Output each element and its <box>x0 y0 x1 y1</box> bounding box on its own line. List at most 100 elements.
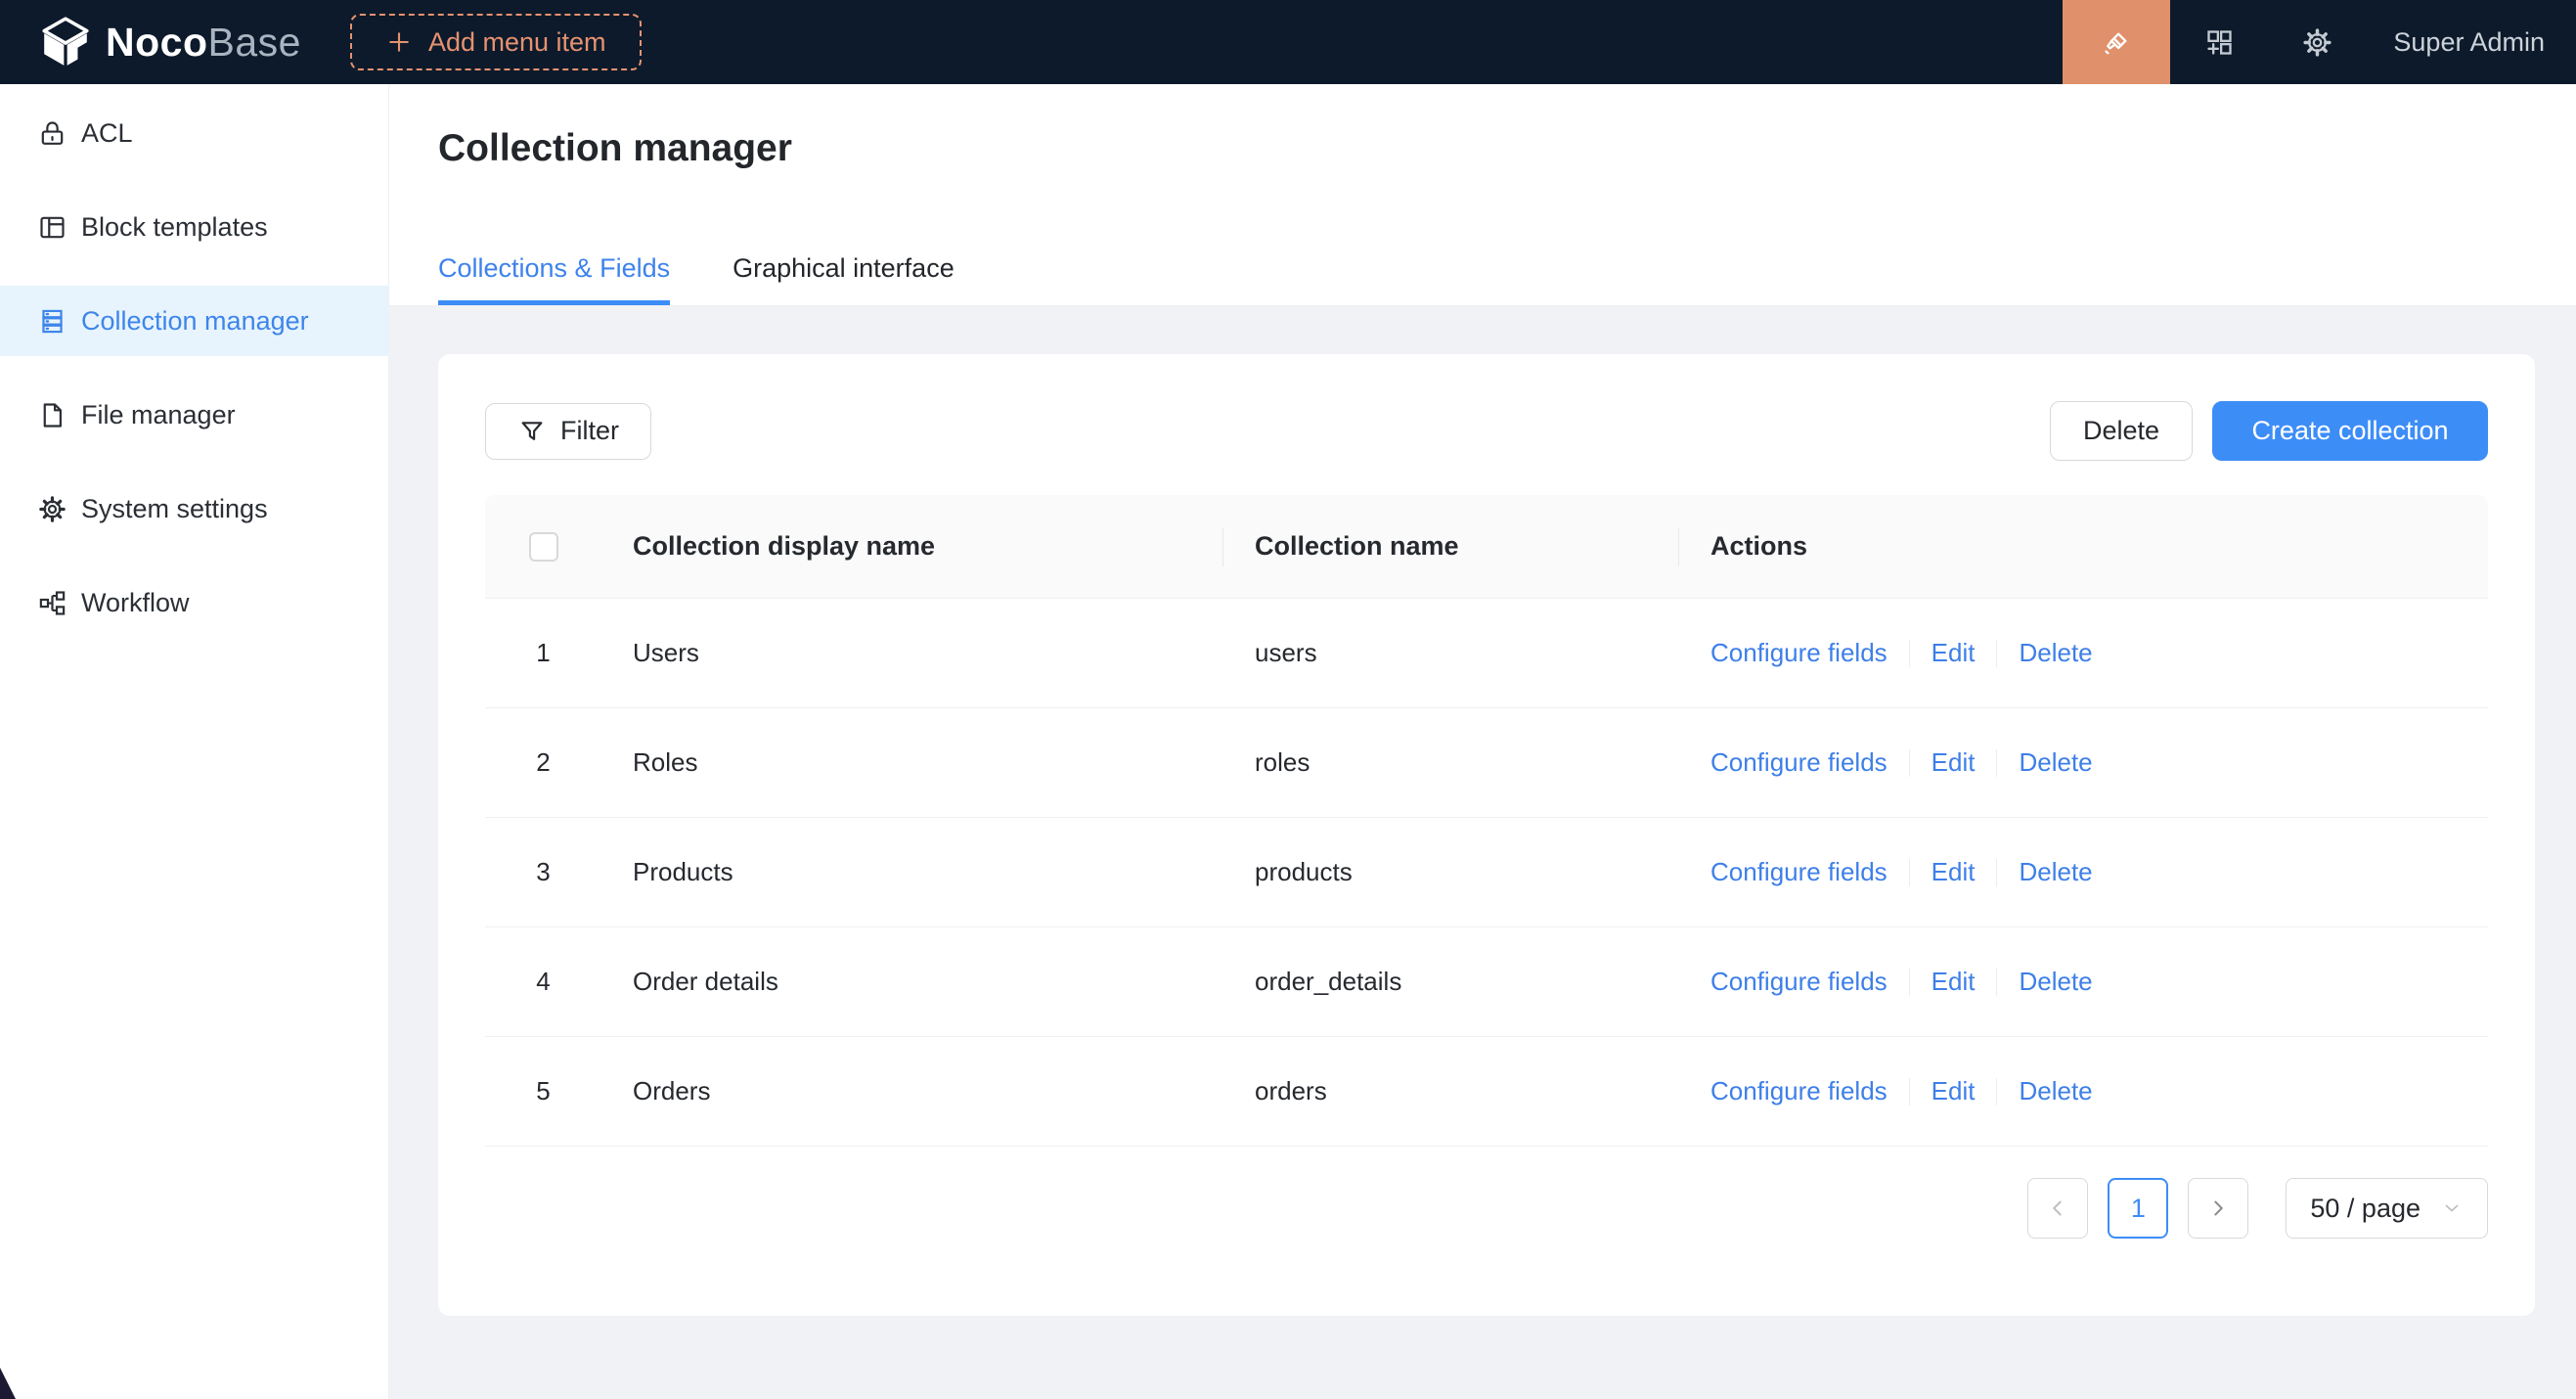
main-area: Collection manager Collections & Fields … <box>389 84 2576 1399</box>
settings-button[interactable] <box>2268 0 2366 84</box>
table-row[interactable]: 5 Orders orders Configure fields Edit De… <box>485 1037 2488 1147</box>
configure-fields-link[interactable]: Configure fields <box>1710 1076 1888 1106</box>
database-icon <box>37 306 67 337</box>
table-row[interactable]: 4 Order details order_details Configure … <box>485 927 2488 1037</box>
partition-icon <box>37 588 67 618</box>
sidebar: ACL Block templates Collection manager F… <box>0 84 389 1399</box>
brand-text: NocoBase <box>106 20 301 66</box>
user-menu[interactable]: Super Admin <box>2393 27 2545 58</box>
edit-link[interactable]: Edit <box>1932 967 1976 997</box>
delete-link[interactable]: Delete <box>2019 857 2092 887</box>
pagination: 1 50 / page <box>485 1178 2488 1239</box>
layout-icon <box>37 212 67 243</box>
nocobase-logo: NocoBase <box>39 16 301 68</box>
row-index: 3 <box>485 818 601 926</box>
page-header: Collection manager Collections & Fields … <box>389 84 2576 306</box>
cube-logo-icon <box>39 16 92 68</box>
filter-button[interactable]: Filter <box>485 403 651 460</box>
sidebar-item-collection-manager[interactable]: Collection manager <box>0 286 388 356</box>
configure-fields-link[interactable]: Configure fields <box>1710 747 1888 778</box>
cell-actions: Configure fields Edit Delete <box>1679 599 2488 707</box>
cell-actions: Configure fields Edit Delete <box>1679 818 2488 926</box>
chevron-down-icon <box>2440 1196 2464 1220</box>
card-toolbar: Filter Delete Create collection <box>485 401 2488 461</box>
row-index: 2 <box>485 708 601 817</box>
action-divider <box>1909 859 1910 886</box>
action-divider <box>1996 1078 1997 1106</box>
brand-bold: Noco <box>106 20 208 65</box>
create-collection-button[interactable]: Create collection <box>2212 401 2488 461</box>
sidebar-item-block-templates[interactable]: Block templates <box>0 192 388 262</box>
sidebar-item-label: System settings <box>81 494 268 524</box>
action-divider <box>1996 749 1997 777</box>
table-row[interactable]: 1 Users users Configure fields Edit Dele… <box>485 599 2488 708</box>
highlighter-icon <box>2101 26 2133 59</box>
filter-funnel-icon <box>517 417 547 446</box>
sidebar-item-workflow[interactable]: Workflow <box>0 567 388 638</box>
column-header-actions: Actions <box>1679 495 2488 598</box>
configure-fields-link[interactable]: Configure fields <box>1710 857 1888 887</box>
header-checkbox-cell <box>485 495 601 598</box>
cell-display-name: Roles <box>601 708 1223 817</box>
action-divider <box>1996 640 1997 667</box>
plugins-button[interactable] <box>2170 0 2268 84</box>
page-number-1[interactable]: 1 <box>2108 1178 2168 1239</box>
page-size-value: 50 / page <box>2310 1194 2421 1224</box>
cell-actions: Configure fields Edit Delete <box>1679 927 2488 1036</box>
table-row[interactable]: 2 Roles roles Configure fields Edit Dele… <box>485 708 2488 818</box>
delete-link[interactable]: Delete <box>2019 967 2092 997</box>
tab-graphical-interface[interactable]: Graphical interface <box>733 253 955 305</box>
plus-icon <box>385 28 413 56</box>
column-header-name: Collection name <box>1223 495 1679 598</box>
collections-table: Collection display name Collection name … <box>485 495 2488 1147</box>
configure-fields-link[interactable]: Configure fields <box>1710 638 1888 668</box>
sidebar-item-label: Workflow <box>81 588 190 618</box>
cell-actions: Configure fields Edit Delete <box>1679 708 2488 817</box>
cell-display-name: Orders <box>601 1037 1223 1146</box>
sidebar-item-label: Collection manager <box>81 306 309 337</box>
sidebar-item-acl[interactable]: ACL <box>0 98 388 168</box>
top-navbar: NocoBase Add menu item Super Admin <box>0 0 2576 84</box>
configure-fields-link[interactable]: Configure fields <box>1710 967 1888 997</box>
sidebar-item-system-settings[interactable]: System settings <box>0 474 388 544</box>
sidebar-item-label: Block templates <box>81 212 268 243</box>
content-area: Filter Delete Create collection Collecti… <box>389 306 2576 1399</box>
collections-card: Filter Delete Create collection Collecti… <box>438 354 2535 1316</box>
previous-page-button[interactable] <box>2027 1178 2088 1239</box>
delete-link[interactable]: Delete <box>2019 747 2092 778</box>
add-menu-item-button[interactable]: Add menu item <box>350 14 642 70</box>
edit-link[interactable]: Edit <box>1932 638 1976 668</box>
appstore-add-icon <box>2203 26 2236 59</box>
delete-button[interactable]: Delete <box>2050 401 2193 461</box>
tab-collections-fields[interactable]: Collections & Fields <box>438 253 670 305</box>
row-index: 5 <box>485 1037 601 1146</box>
edit-link[interactable]: Edit <box>1932 857 1976 887</box>
chevron-left-icon <box>2045 1196 2070 1221</box>
gear-icon <box>37 494 67 524</box>
edit-link[interactable]: Edit <box>1932 1076 1976 1106</box>
page-title: Collection manager <box>438 84 2576 170</box>
ui-editor-button[interactable] <box>2063 0 2170 84</box>
delete-link[interactable]: Delete <box>2019 638 2092 668</box>
sidebar-item-label: ACL <box>81 118 133 149</box>
cell-display-name: Products <box>601 818 1223 926</box>
cell-actions: Configure fields Edit Delete <box>1679 1037 2488 1146</box>
action-divider <box>1996 969 1997 996</box>
sidebar-item-file-manager[interactable]: File manager <box>0 380 388 450</box>
cell-collection-name: users <box>1223 599 1679 707</box>
mouse-cursor <box>0 1368 18 1399</box>
edit-link[interactable]: Edit <box>1932 747 1976 778</box>
page-size-select[interactable]: 50 / page <box>2286 1178 2488 1239</box>
lock-icon <box>37 118 67 149</box>
next-page-button[interactable] <box>2188 1178 2248 1239</box>
action-divider <box>1996 859 1997 886</box>
table-row[interactable]: 3 Products products Configure fields Edi… <box>485 818 2488 927</box>
cell-collection-name: order_details <box>1223 927 1679 1036</box>
brand-light: Base <box>208 20 301 65</box>
delete-link[interactable]: Delete <box>2019 1076 2092 1106</box>
gear-icon <box>2301 26 2333 59</box>
cell-collection-name: orders <box>1223 1037 1679 1146</box>
select-all-checkbox[interactable] <box>529 532 558 562</box>
row-index: 1 <box>485 599 601 707</box>
cell-display-name: Users <box>601 599 1223 707</box>
